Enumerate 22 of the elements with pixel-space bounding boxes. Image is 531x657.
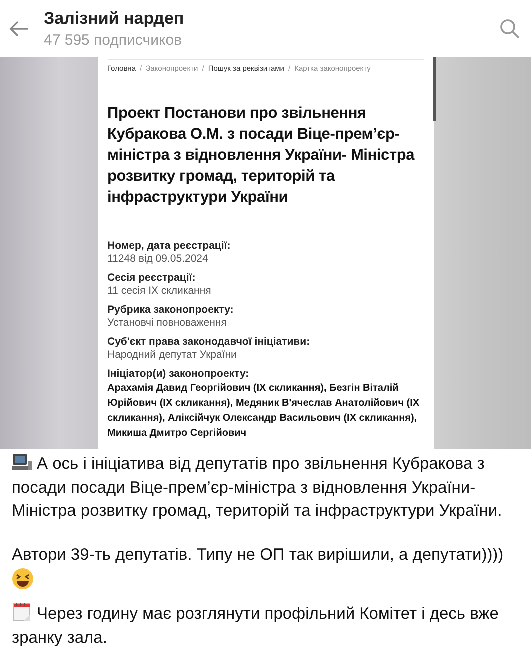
field-label: Рубрика законопроекту:	[108, 304, 235, 316]
message-paragraph: Автори 39-ть депутатів. Типу не ОП так вирішили, а депутати))))	[12, 544, 505, 566]
scrollbar	[432, 57, 436, 121]
channel-title: Залізний нардеп	[44, 8, 186, 28]
computer-icon	[12, 452, 32, 472]
message-paragraph: Через годину має розглянути профільний Комітет і десь вже зранку зала.	[12, 602, 523, 650]
laughing-face-icon	[12, 568, 34, 590]
field-value: Установчі повноваження	[108, 316, 228, 329]
message-paragraph: А ось і ініціатива від депутатів про звільнення Кубракова з посади посади Віце-прем’єр-міністра з відновлення України-Міністра розвитку громад, територій та інфраструктури України.	[12, 452, 523, 524]
subscriber-count: 47 595 подписчиков	[44, 32, 184, 48]
field-label: Суб'єкт права законодавчої ініціативи:	[108, 336, 312, 348]
field-value: 11 сесія IX скликання	[108, 284, 212, 297]
field-label: Ініціатор(и) законопроекту:	[108, 368, 250, 380]
document-screenshot[interactable]	[0, 57, 531, 449]
field-label: Номер, дата реєстрації:	[108, 240, 232, 252]
field-value: 11248 від 09.05.2024	[108, 252, 210, 265]
calendar-icon	[12, 602, 32, 622]
field-label: Сесія реєстрації:	[108, 272, 197, 284]
search-icon[interactable]	[499, 18, 521, 40]
document-title: Проект Постанови про звільнення Кубракова О.М. з посади Віце-прем’єр-міністра з відновлення України- Міністра розвитку громад, територій та інфраструктури України	[108, 104, 416, 208]
field-value: Народний депутат України	[108, 348, 238, 361]
field-value: Арахамія Давид Георгійович (IX скликання), Безгін Віталій Юрійович (IX скликання), Медяник В'ячеслав Анатолійович (IX скликання), Аліксійчук Олександр Васильович (IX скликання), Микиша Дмитро Сергійович	[108, 382, 421, 440]
